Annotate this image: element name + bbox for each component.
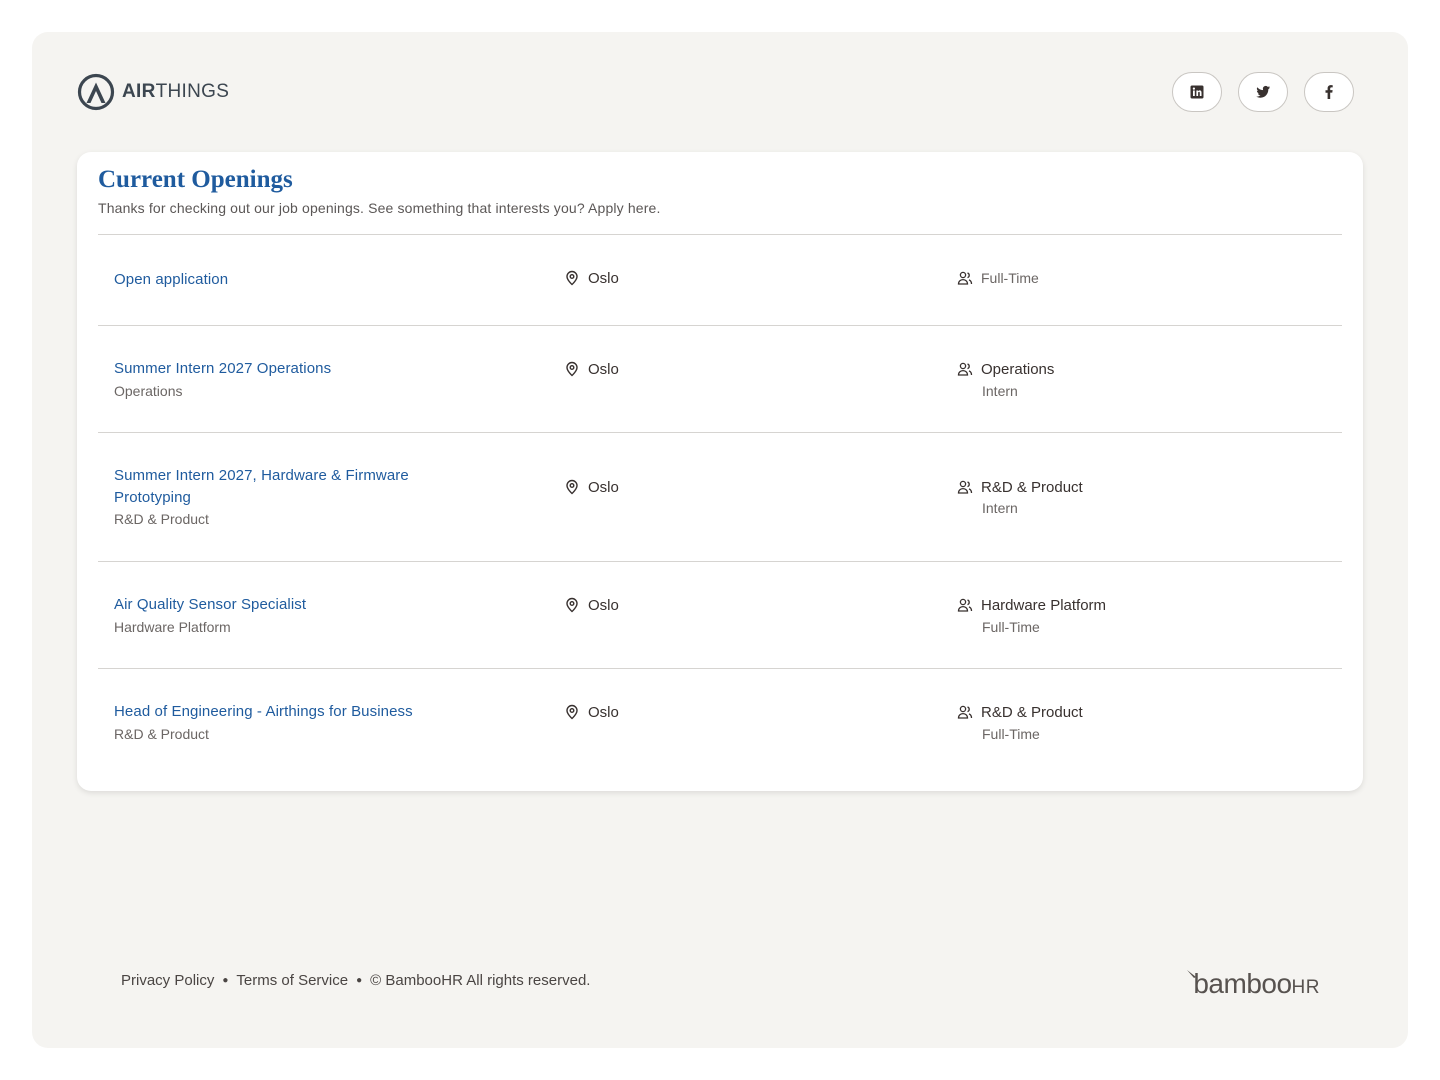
job-location: Oslo xyxy=(564,267,619,289)
terms-of-service-link[interactable]: Terms of Service xyxy=(236,972,348,989)
facebook-icon xyxy=(1325,85,1333,99)
linkedin-button[interactable] xyxy=(1172,72,1222,112)
separator-dot: ● xyxy=(356,975,363,986)
twitter-icon xyxy=(1256,85,1270,98)
copyright-text: © BambooHR All rights reserved. xyxy=(370,972,591,989)
job-location: Oslo xyxy=(564,358,619,380)
job-location: Oslo xyxy=(564,594,619,616)
location-pin-icon xyxy=(566,479,578,495)
brand-name: AIRTHINGS xyxy=(122,81,230,102)
location-pin-icon xyxy=(566,597,578,613)
bamboo-leaf-icon xyxy=(1187,970,1197,978)
people-icon xyxy=(957,705,973,719)
job-department: R&D & Product xyxy=(114,726,209,742)
job-team: Operations xyxy=(957,358,1054,380)
job-team: Hardware Platform xyxy=(957,594,1106,616)
location-pin-icon xyxy=(566,270,578,286)
job-team: R&D & Product xyxy=(957,701,1083,723)
page-frame: AIRTHINGS Current Openings Thanks for ch… xyxy=(32,32,1408,1048)
social-links xyxy=(1172,72,1354,112)
facebook-button[interactable] xyxy=(1304,72,1354,112)
openings-card: Current Openings Thanks for checking out… xyxy=(77,152,1363,791)
airthings-logo[interactable]: AIRTHINGS xyxy=(77,72,229,112)
bamboohr-logo[interactable]: bambooHR xyxy=(1187,968,1320,1000)
job-row: Summer Intern 2027, Hardware & Firmware … xyxy=(98,432,1342,561)
privacy-policy-link[interactable]: Privacy Policy xyxy=(121,972,214,989)
people-icon xyxy=(957,598,973,612)
job-row: Open application Oslo Full-Time xyxy=(98,234,1342,325)
job-title-link[interactable]: Summer Intern 2027, Hardware & Firmware … xyxy=(114,465,454,509)
people-icon xyxy=(957,480,973,494)
footer-links: Privacy Policy ● Terms of Service ● © Ba… xyxy=(121,972,590,989)
location-pin-icon xyxy=(566,361,578,377)
job-type: Full-Time xyxy=(982,619,1040,635)
separator-dot: ● xyxy=(222,975,229,986)
job-title-link[interactable]: Open application xyxy=(114,269,454,291)
job-location: Oslo xyxy=(564,476,619,498)
job-row: Summer Intern 2027 Operations Operations… xyxy=(98,325,1342,432)
job-team: Full-Time xyxy=(957,267,1039,289)
job-title-link[interactable]: Head of Engineering - Airthings for Busi… xyxy=(114,701,454,723)
job-department: R&D & Product xyxy=(114,511,209,527)
job-row: Head of Engineering - Airthings for Busi… xyxy=(98,668,1342,768)
people-icon xyxy=(957,362,973,376)
linkedin-icon xyxy=(1190,85,1204,99)
header: AIRTHINGS xyxy=(77,72,1354,112)
page-title: Current Openings xyxy=(98,166,293,193)
people-icon xyxy=(957,271,973,285)
job-team: R&D & Product xyxy=(957,476,1083,498)
airthings-logo-icon xyxy=(77,73,115,111)
job-type: Full-Time xyxy=(982,726,1040,742)
job-department: Hardware Platform xyxy=(114,619,231,635)
job-title-link[interactable]: Summer Intern 2027 Operations xyxy=(114,358,454,380)
job-title-link[interactable]: Air Quality Sensor Specialist xyxy=(114,594,454,616)
job-type: Intern xyxy=(982,500,1018,516)
job-department: Operations xyxy=(114,383,183,399)
location-pin-icon xyxy=(566,704,578,720)
job-location: Oslo xyxy=(564,701,619,723)
job-list: Open application Oslo Full-Time Summer I… xyxy=(98,234,1342,768)
job-type: Intern xyxy=(982,383,1018,399)
twitter-button[interactable] xyxy=(1238,72,1288,112)
page-subtitle: Thanks for checking out our job openings… xyxy=(98,200,661,216)
job-row: Air Quality Sensor Specialist Hardware P… xyxy=(98,561,1342,668)
